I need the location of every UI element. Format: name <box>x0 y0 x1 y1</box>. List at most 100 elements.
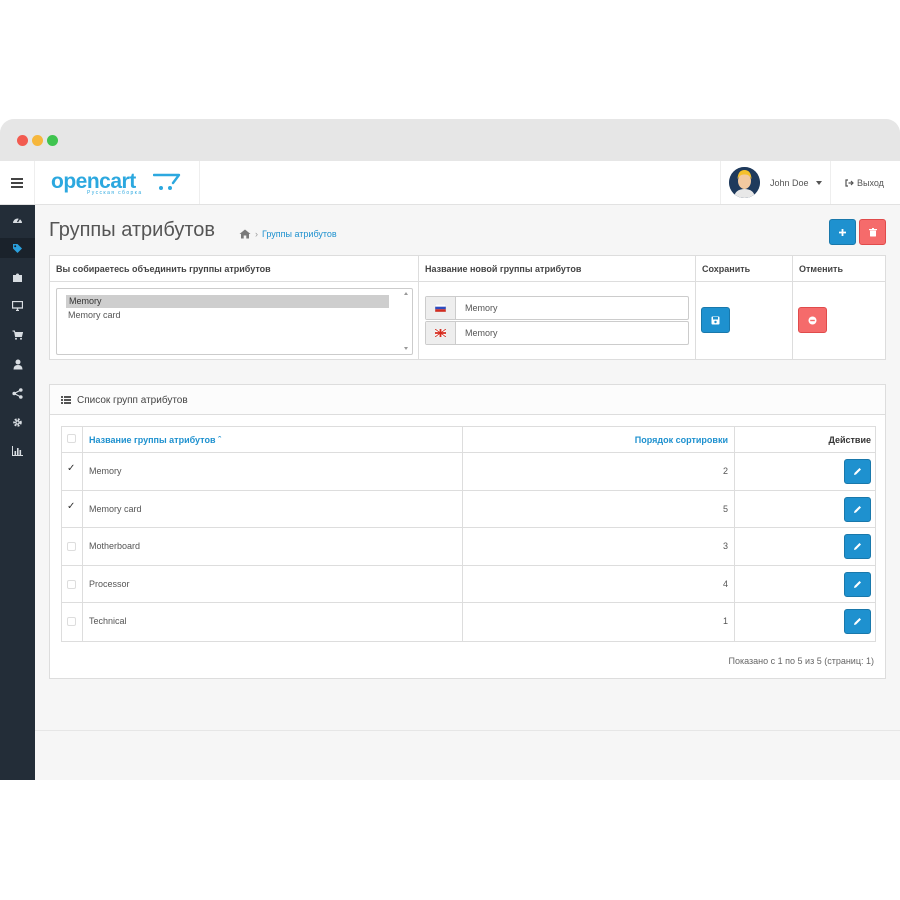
sidebar-item-catalog[interactable] <box>0 238 35 258</box>
group-name: Processor <box>89 578 130 589</box>
row-sort-cell: 3 <box>463 528 735 565</box>
share-icon <box>12 387 23 399</box>
group-name: Memory <box>89 466 122 476</box>
table-row: Motherboard 3 <box>62 528 875 566</box>
sidebar-item-system[interactable] <box>0 412 35 432</box>
row-action-cell <box>735 491 877 528</box>
sidebar-item-marketing[interactable] <box>0 383 35 403</box>
user-name: John Doe <box>770 178 809 188</box>
row-checkbox[interactable] <box>67 617 76 627</box>
table-row: ✓ Memory 2 <box>62 453 875 491</box>
attribute-groups-table: Название группы атрибутов ˆ Порядок сорт… <box>61 426 876 642</box>
opencart-logo[interactable]: opencart Русская сборка <box>36 161 200 204</box>
floppy-disk-icon <box>711 316 720 324</box>
row-action-cell <box>735 566 877 603</box>
main-content: Группы атрибутов › Группы атрибутов Вы с… <box>35 205 900 780</box>
save-button[interactable] <box>701 307 730 333</box>
sidebar-item-extensions[interactable] <box>0 267 35 287</box>
user-icon <box>13 359 22 369</box>
listbox-option[interactable]: Memory card <box>65 309 121 322</box>
panel-title: Список групп атрибутов <box>77 395 188 406</box>
pencil-icon <box>854 618 861 626</box>
row-sort-cell: 1 <box>463 603 735 641</box>
breadcrumb: › Группы атрибутов <box>239 229 337 239</box>
edit-button[interactable] <box>844 496 871 522</box>
row-name-cell: Motherboard <box>83 528 463 565</box>
close-window-button[interactable] <box>17 135 28 146</box>
header-sort-cell: Порядок сортировки <box>463 427 735 452</box>
scroll-down-arrow-icon[interactable] <box>404 347 408 350</box>
sort-asc-icon: ˆ <box>218 435 222 445</box>
panel-heading: Список групп атрибутов <box>50 385 885 415</box>
header-action-cell: Действие <box>735 427 877 452</box>
user-menu[interactable]: John Doe <box>720 161 831 204</box>
save-column: Сохранить <box>696 256 793 359</box>
row-action-cell <box>735 528 877 565</box>
hamburger-icon <box>11 181 23 184</box>
edit-button[interactable] <box>844 571 871 597</box>
select-all-checkbox[interactable] <box>67 434 76 443</box>
home-icon[interactable] <box>239 229 251 239</box>
sidebar-item-design[interactable] <box>0 296 35 316</box>
sidebar-item-sales[interactable] <box>0 325 35 345</box>
row-checkbox-checked[interactable]: ✓ <box>67 463 75 474</box>
cancel-column: Отменить <box>793 256 887 359</box>
dashboard-icon <box>13 217 22 223</box>
edit-button[interactable] <box>844 459 871 484</box>
sidebar-item-dashboard[interactable] <box>0 209 35 229</box>
sidebar-item-reports[interactable] <box>0 441 35 461</box>
maximize-window-button[interactable] <box>47 135 58 146</box>
sort-by-order-link[interactable]: Порядок сортировки <box>635 435 728 445</box>
avatar <box>729 167 760 198</box>
tag-icon <box>13 243 22 253</box>
merge-groups-column: Вы собираетесь объединить группы атрибут… <box>50 256 419 359</box>
breadcrumb-separator: › <box>255 229 258 239</box>
add-button[interactable] <box>829 219 856 245</box>
sort-order: 1 <box>722 616 728 627</box>
row-checkbox[interactable] <box>67 579 76 589</box>
chevron-down-icon <box>816 181 822 185</box>
selected-groups-listbox[interactable]: Memory Memory card <box>56 288 413 355</box>
sign-out-icon <box>845 179 854 187</box>
minus-circle-icon <box>808 316 817 324</box>
header-name-cell: Название группы атрибутов ˆ <box>83 427 463 452</box>
monitor-icon <box>12 301 23 311</box>
trash-icon <box>868 227 877 236</box>
scroll-up-arrow-icon[interactable] <box>404 292 408 295</box>
listbox-option[interactable]: Memory <box>66 295 389 308</box>
puzzle-icon <box>13 273 22 282</box>
breadcrumb-attribute-groups[interactable]: Группы атрибутов <box>262 229 337 239</box>
row-sort-cell: 4 <box>463 565 735 603</box>
sort-by-name-link[interactable]: Название группы атрибутов ˆ <box>89 435 221 445</box>
row-select-cell <box>62 603 83 641</box>
edit-button[interactable] <box>844 609 871 635</box>
flag-en-icon <box>426 322 456 344</box>
name-input-ru[interactable]: Memory <box>425 296 689 320</box>
attribute-groups-panel: Список групп атрибутов Название группы а… <box>49 384 886 679</box>
sidebar <box>0 205 35 780</box>
row-action-cell <box>735 453 877 490</box>
delete-button[interactable] <box>859 219 886 245</box>
row-checkbox-checked[interactable]: ✓ <box>67 501 75 512</box>
cancel-button[interactable] <box>798 307 827 333</box>
pencil-icon <box>854 543 861 551</box>
logout-link[interactable]: Выход <box>845 178 884 188</box>
new-name-label: Название новой группы атрибутов <box>425 264 582 274</box>
menu-toggle-button[interactable] <box>0 161 35 204</box>
row-name-cell: Memory <box>83 453 463 490</box>
cancel-column-label: Отменить <box>799 264 843 274</box>
minimize-window-button[interactable] <box>32 135 43 146</box>
edit-button[interactable] <box>844 534 871 560</box>
page-title: Группы атрибутов <box>49 219 216 241</box>
group-name: Memory card <box>89 503 142 514</box>
plus-icon <box>839 228 846 236</box>
row-name-cell: Technical <box>83 603 463 641</box>
name-input-en[interactable]: Memory <box>425 321 689 345</box>
logo-subtitle: Русская сборка <box>87 190 143 196</box>
column-action-label: Действие <box>828 435 871 445</box>
sidebar-item-customers[interactable] <box>0 354 35 374</box>
row-checkbox[interactable] <box>67 542 76 552</box>
row-action-cell <box>735 603 877 641</box>
new-name-column: Название новой группы атрибутов Memory M… <box>419 256 696 359</box>
gear-icon <box>13 417 22 427</box>
